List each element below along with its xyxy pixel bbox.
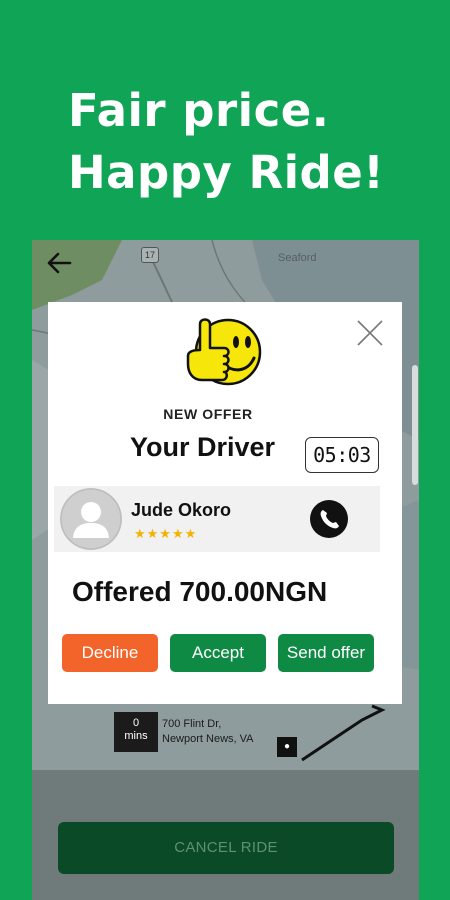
dialog-title: Your Driver [130, 432, 276, 462]
offer-countdown-timer: 05:03 [305, 437, 379, 473]
destination-line-2: Newport News, VA [162, 733, 254, 745]
accept-button[interactable]: Accept [170, 634, 266, 672]
avatar-placeholder-icon [60, 488, 122, 550]
thumbs-up-smiley-icon [186, 318, 262, 386]
headline-line-1: Fair price. [68, 84, 330, 137]
driver-offer-dialog: NEW OFFER Your Driver 05:03 Jude Okoro ★… [48, 302, 402, 704]
send-offer-button[interactable]: Send offer [278, 634, 374, 672]
close-icon[interactable] [355, 318, 385, 348]
panel-handle[interactable] [412, 365, 418, 485]
eta-badge: 0 mins [114, 712, 158, 752]
destination-line-1: 700 Flint Dr, [162, 718, 222, 730]
back-arrow-icon[interactable] [44, 248, 74, 278]
destination-pin-icon: ● [277, 737, 297, 757]
phone-icon[interactable] [310, 500, 348, 538]
bottom-panel: CANCEL RIDE [32, 770, 419, 900]
promo-headline: Fair price. Happy Ride! [68, 80, 384, 204]
eta-value: 0 [132, 717, 140, 729]
driver-rating-stars: ★★★★★ [134, 526, 198, 541]
eta-unit: mins [124, 730, 148, 742]
driver-card: Jude Okoro ★★★★★ [54, 486, 380, 552]
headline-line-2: Happy Ride! [68, 146, 385, 199]
destination-address: 700 Flint Dr, Newport News, VA [162, 717, 254, 747]
decline-button[interactable]: Decline [62, 634, 158, 672]
offered-price: Offered 700.00NGN [72, 576, 328, 607]
driver-name: Jude Okoro [131, 500, 232, 520]
map-city-label: Seaford [278, 252, 317, 264]
new-offer-label: NEW OFFER [163, 406, 253, 422]
cancel-ride-button[interactable]: CANCEL RIDE [58, 822, 394, 874]
route-shield: 17 [141, 247, 159, 263]
